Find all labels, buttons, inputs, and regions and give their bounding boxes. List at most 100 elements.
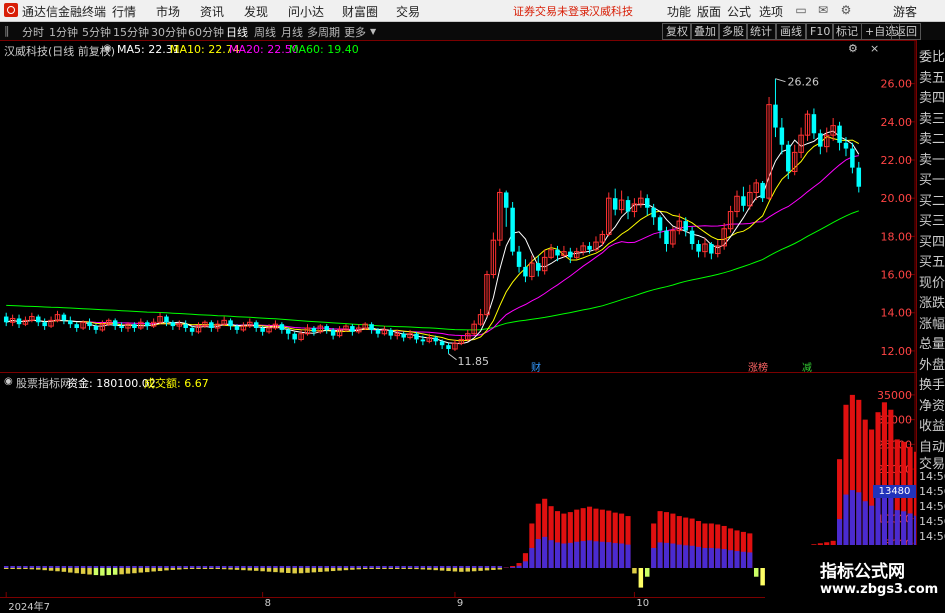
right-panel-item[interactable]: 卖三 [919, 108, 945, 127]
tab-60min[interactable]: 60分钟 [188, 24, 224, 40]
right-panel-item[interactable]: 总量 [919, 333, 945, 352]
fund-bar-negative [472, 568, 476, 571]
fund-bar-baseline [190, 566, 194, 568]
right-panel-item[interactable]: 14:56 [919, 500, 945, 513]
right-panel-item[interactable]: 现价 [919, 272, 945, 291]
kline-chart[interactable]: 12.0014.0016.0018.0020.0022.0024.0026.00… [0, 40, 916, 597]
more-chevron-down-icon[interactable]: ▼ [370, 27, 376, 36]
menu-xuanxiang[interactable]: 选项 [759, 3, 783, 20]
right-panel-item[interactable]: 涨跌 [919, 292, 945, 311]
fund-bar-negative [286, 568, 290, 573]
candle-body [626, 200, 630, 211]
fund-bar-baseline [81, 566, 85, 568]
tab-monthly[interactable]: 月线 [281, 24, 303, 40]
right-panel-item[interactable]: 净资 [919, 395, 945, 414]
right-panel-item[interactable]: 买四 [919, 231, 945, 250]
fund-bar-blue [670, 544, 675, 568]
right-panel-item[interactable]: 委比 [919, 46, 945, 65]
right-panel-item[interactable]: 买三 [919, 210, 945, 229]
menu-shichang[interactable]: 市场 [156, 3, 180, 20]
fund-bar-baseline [100, 566, 104, 568]
tab-1min[interactable]: 1分钟 [49, 24, 78, 40]
fund-bar-blue [715, 548, 720, 568]
btn-tongji[interactable]: 统计 [746, 23, 776, 40]
btn-back[interactable]: 返回 [891, 23, 921, 40]
tab-weekly[interactable]: 周线 [254, 24, 276, 40]
menu-jiaoyi[interactable]: 交易 [396, 3, 420, 20]
candle-body [433, 338, 437, 342]
monitor-icon[interactable]: ▭ [793, 2, 809, 18]
menu-hangqing[interactable]: 行情 [112, 3, 136, 20]
fund-bar-baseline [49, 566, 53, 568]
tab-more[interactable]: 更多 [344, 24, 366, 40]
fund-bar-negative [49, 568, 53, 571]
right-panel-item[interactable]: 14:56 [919, 485, 945, 498]
fund-bar-negative [126, 568, 130, 574]
right-panel-item[interactable]: 卖五 [919, 67, 945, 86]
candle-body [254, 322, 258, 328]
app-logo-icon [4, 3, 18, 17]
btn-biaoji[interactable]: 标记 [832, 23, 862, 40]
candle-body [517, 252, 521, 267]
right-panel-item[interactable]: 卖二 [919, 128, 945, 147]
trade-login-warning[interactable]: 证券交易未登录 [513, 3, 590, 19]
candle-body [780, 128, 784, 145]
right-panel-item[interactable]: 14:56 [919, 470, 945, 483]
fund-bar-blue [690, 546, 695, 568]
tab-daily[interactable]: 日线 [226, 24, 248, 40]
fund-bar-negative [241, 568, 245, 570]
tab-5min[interactable]: 5分钟 [82, 24, 111, 40]
indicator-settings-icon[interactable]: ◉ [4, 376, 13, 387]
fund-bar-baseline [241, 566, 245, 568]
tab-15min[interactable]: 15分钟 [113, 24, 149, 40]
candle-body [132, 324, 136, 328]
btn-diejia[interactable]: 叠加 [690, 23, 720, 40]
menu-caifuquan[interactable]: 财富圈 [342, 3, 378, 20]
candle-body [613, 198, 617, 209]
btn-f10[interactable]: F10 [806, 23, 834, 40]
guest-label[interactable]: 游客 [893, 3, 917, 20]
fund-bar-baseline [164, 566, 168, 568]
candle-body [696, 244, 700, 252]
menu-faxian[interactable]: 发现 [244, 3, 268, 20]
fund-bar-baseline [74, 566, 78, 568]
right-panel-item[interactable]: 买二 [919, 190, 945, 209]
btn-duogu[interactable]: 多股 [718, 23, 748, 40]
right-panel-item[interactable]: 买五 [919, 251, 945, 270]
gear-icon[interactable]: ⚙ [838, 2, 854, 18]
candle-body [74, 324, 78, 328]
candle-body [113, 320, 117, 326]
candle-body [312, 328, 316, 332]
right-panel-item[interactable]: 涨幅 [919, 313, 945, 332]
tab-30min[interactable]: 30分钟 [151, 24, 187, 40]
stock-name-link[interactable]: 汉威科技 [589, 3, 633, 19]
right-panel-item[interactable]: 14:56 [919, 515, 945, 528]
right-panel-item[interactable]: 买一 [919, 169, 945, 188]
ma-settings-icon[interactable]: ◉ [103, 43, 112, 54]
fund-bar-baseline [216, 566, 220, 568]
menu-wenxiaoda[interactable]: 问小达 [288, 3, 324, 20]
right-panel-item[interactable]: 卖一 [919, 149, 945, 168]
tab-multi-period[interactable]: 多周期 [307, 24, 340, 40]
tab-fenshi[interactable]: 分时 [22, 24, 44, 40]
btn-huaxian[interactable]: 画线 [776, 23, 806, 40]
fund-bar-negative [382, 568, 386, 569]
menu-banmian[interactable]: 版面 [697, 3, 721, 20]
right-panel-item[interactable]: 外盘 [919, 354, 945, 373]
fund-bar-baseline [62, 566, 66, 568]
right-panel-item[interactable]: 卖四 [919, 87, 945, 106]
btn-fuquan[interactable]: 复权 [662, 23, 692, 40]
fund-bar-baseline [305, 566, 309, 568]
right-panel-item[interactable]: 收益 [919, 415, 945, 434]
menu-zixun[interactable]: 资讯 [200, 3, 224, 20]
right-panel-item[interactable]: 换手 [919, 374, 945, 393]
chart-settings-icon[interactable]: ⚙ [848, 42, 858, 55]
chart-close-icon[interactable]: × [870, 42, 879, 55]
high-marker-line [775, 79, 785, 82]
candle-body [62, 315, 66, 321]
mail-icon[interactable]: ✉ [815, 2, 831, 18]
menu-gongshi[interactable]: 公式 [727, 3, 751, 20]
right-panel-item[interactable]: 14:56 [919, 530, 945, 543]
fund-bar-negative [305, 568, 309, 573]
menu-gongneng[interactable]: 功能 [667, 3, 691, 20]
